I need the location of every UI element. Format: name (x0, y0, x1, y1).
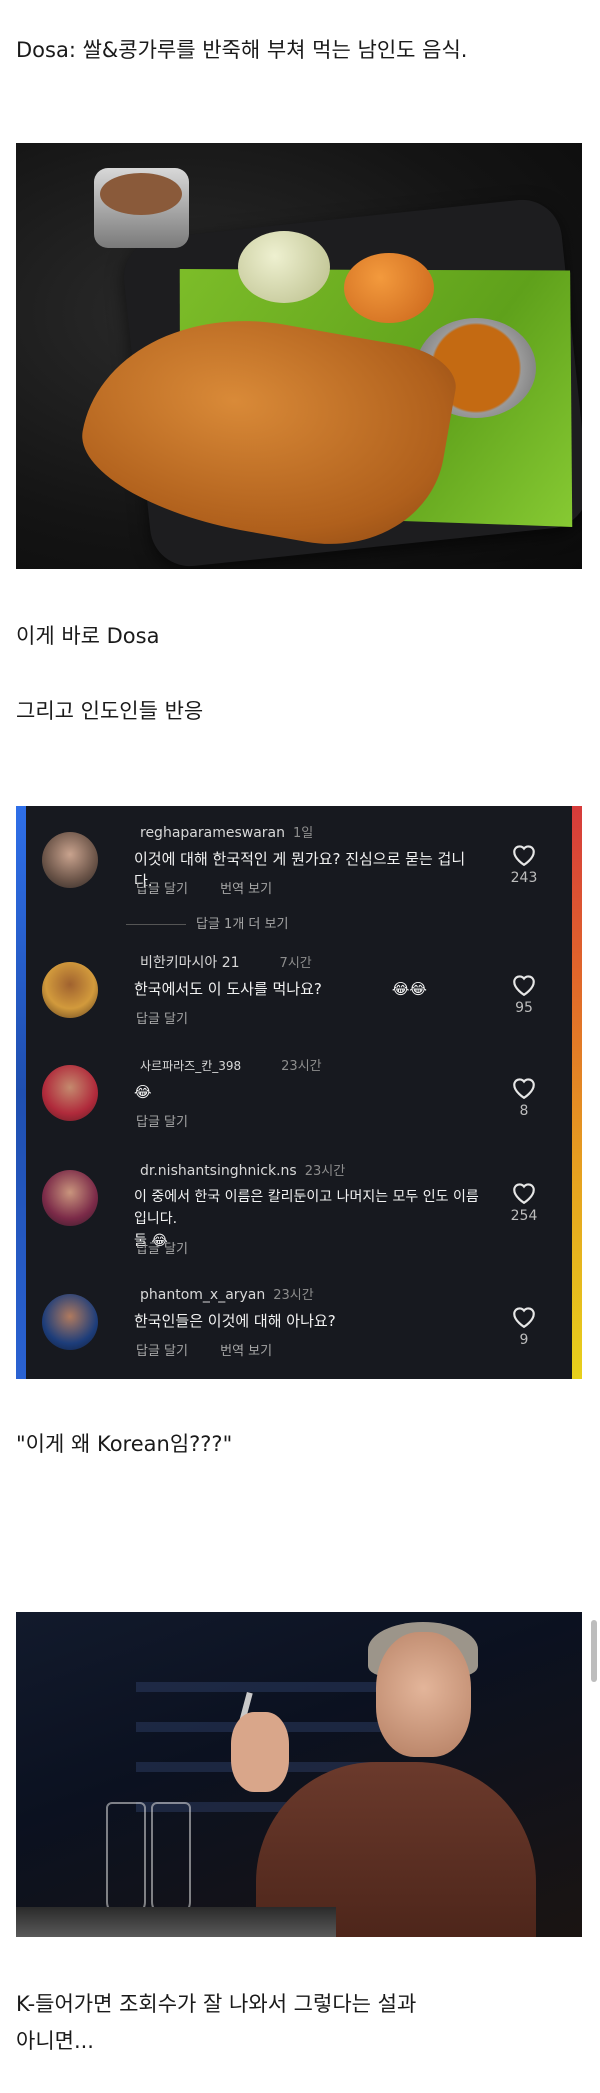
heart-icon (513, 1078, 535, 1099)
view-more-replies-button[interactable]: 답글 1개 더 보기 (126, 913, 288, 932)
heart-icon (513, 1183, 535, 1204)
post-text-why-korean: "이게 왜 Korean임???" (16, 1432, 233, 1456)
avatar (42, 1065, 98, 1121)
comment-time: 7시간 (279, 956, 312, 971)
comment-text: 한국에서도 이 도사를 먹나요? 😂😂 (134, 980, 427, 998)
like-button[interactable]: 9 (494, 1304, 554, 1348)
post-text-reaction: 그리고 인도인들 반응 (16, 699, 204, 723)
comment-username[interactable]: phantom_x_aryan 23시간 (140, 1284, 314, 1303)
reply-button[interactable]: 답글 달기 (136, 1012, 188, 1027)
comment-item: dr.nishantsinghnick.ns 23시간 이 중에서 한국 이름은 … (36, 1154, 560, 1264)
comment-text: 한국인들은 이것에 대해 아나요? (134, 1312, 336, 1330)
post-text-theory: K-들어가면 조회수가 잘 나와서 그렇다는 설과 (16, 1992, 417, 2016)
comment-time: 1일 (292, 826, 314, 841)
comments-screenshot: reghaparameswaran 1일 이것에 대해 한국적인 게 뭔가요? 진… (16, 806, 582, 1379)
heart-icon (513, 975, 535, 996)
heart-icon (513, 845, 535, 866)
like-button[interactable]: 243 (494, 842, 554, 886)
post-text-or-else: 아니면... (16, 2029, 94, 2053)
like-button[interactable]: 254 (494, 1180, 554, 1224)
like-button[interactable]: 8 (494, 1075, 554, 1119)
translate-button[interactable]: 번역 보기 (220, 1344, 272, 1359)
heart-icon (513, 1307, 535, 1328)
reply-button[interactable]: 답글 달기 (136, 1115, 188, 1130)
comment-item: phantom_x_aryan 23시간 한국인들은 이것에 대해 아나요? 답글… (36, 1278, 560, 1379)
scrollbar-thumb[interactable] (591, 1620, 597, 1682)
avatar (42, 1294, 98, 1350)
avatar (42, 962, 98, 1018)
like-count: 95 (515, 1000, 533, 1016)
like-count: 243 (510, 870, 538, 886)
comment-item: 사르파라즈_칸_398 23시간 😂 답글 달기 8 (36, 1049, 560, 1159)
dosa-photo (16, 143, 582, 569)
avatar (42, 1170, 98, 1226)
comment-time: 23시간 (273, 1288, 314, 1303)
reply-button[interactable]: 답글 달기 (136, 1242, 188, 1257)
like-button[interactable]: 95 (494, 972, 554, 1016)
comment-time: 23시간 (281, 1059, 322, 1074)
post-text-this-is-dosa: 이게 바로 Dosa (16, 624, 160, 648)
comment-username[interactable]: dr.nishantsinghnick.ns 23시간 (140, 1160, 345, 1179)
comment-username[interactable]: 비한키마시아 21 7시간 (140, 952, 312, 972)
dinner-photo (16, 1612, 582, 1937)
reply-button[interactable]: 답글 달기 (136, 882, 188, 897)
comment-text: 😂 (134, 1083, 152, 1101)
reply-button[interactable]: 답글 달기 (136, 1344, 188, 1359)
comment-item: 비한키마시아 21 7시간 한국에서도 이 도사를 먹나요? 😂😂 답글 달기 95 (36, 946, 560, 1056)
comment-emoji: 😂😂 (391, 980, 427, 998)
translate-button[interactable]: 번역 보기 (220, 882, 272, 897)
like-count: 8 (519, 1103, 529, 1119)
comment-username[interactable]: reghaparameswaran 1일 (140, 822, 313, 841)
comment-time: 23시간 (304, 1164, 346, 1179)
comment-item: reghaparameswaran 1일 이것에 대해 한국적인 게 뭔가요? 진… (36, 816, 560, 926)
post-text-intro: Dosa: 쌀&콩가루를 반죽해 부쳐 먹는 남인도 음식. (16, 38, 468, 62)
avatar (42, 832, 98, 888)
like-count: 9 (519, 1332, 529, 1348)
like-count: 254 (510, 1208, 538, 1224)
comment-username[interactable]: 사르파라즈_칸_398 23시간 (140, 1055, 322, 1074)
